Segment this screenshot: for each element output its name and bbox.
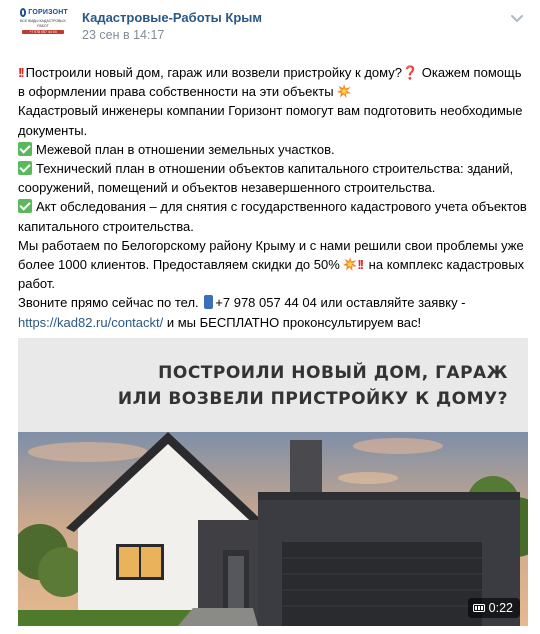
text-line-1: !! Построили новый дом, гараж или возвели… xyxy=(18,65,522,100)
video-title-banner: ПОСТРОИЛИ НОВЫЙ ДОМ, ГАРАЖ ИЛИ ВОЗВЕЛИ П… xyxy=(18,338,528,432)
logo-subtitle: ВСЕ ВИДЫ КАДАСТРОВЫХ РАБОТ xyxy=(20,19,66,28)
logo: ГОРИЗОНТ xyxy=(18,6,68,17)
post-text: !! Построили новый дом, гараж или возвели… xyxy=(18,63,528,332)
text-line-5: Акт обследования – для снятия с государс… xyxy=(18,199,527,234)
wall-post: ГОРИЗОНТ ВСЕ ВИДЫ КАДАСТРОВЫХ РАБОТ +7 9… xyxy=(0,0,540,634)
question-icon: ❓ xyxy=(401,65,419,80)
video-duration-badge: 0:22 xyxy=(467,598,520,618)
logo-mark-icon xyxy=(20,8,27,17)
logo-text: ГОРИЗОНТ xyxy=(28,9,68,16)
collision-icon xyxy=(343,257,358,272)
video-duration: 0:22 xyxy=(488,601,513,615)
text-line-7: Звоните прямо сейчас по тел. +7 978 057 … xyxy=(18,295,466,311)
video-icon xyxy=(472,604,485,612)
text-line-4: Технический план в отношении объектов ка… xyxy=(18,161,514,196)
double-exclamation-icon: !! xyxy=(18,65,25,80)
text-line-6: Мы работаем по Белогорскому району Крыму… xyxy=(18,237,525,292)
author-name[interactable]: Кадастровые-Работы Крым xyxy=(82,10,262,25)
logo-phone: +7 978 057 44 04 xyxy=(22,30,64,34)
post-date[interactable]: 23 сен в 14:17 xyxy=(82,28,164,42)
video-attachment[interactable]: ПОСТРОИЛИ НОВЫЙ ДОМ, ГАРАЖ ИЛИ ВОЗВЕЛИ П… xyxy=(18,338,528,626)
collision-icon xyxy=(337,84,352,99)
house-photo xyxy=(18,432,528,626)
avatar[interactable]: ГОРИЗОНТ ВСЕ ВИДЫ КАДАСТРОВЫХ РАБОТ +7 9… xyxy=(18,6,68,50)
check-mark-icon xyxy=(18,141,32,156)
check-mark-icon xyxy=(18,199,32,214)
check-mark-icon xyxy=(18,161,32,176)
chevron-down-icon[interactable] xyxy=(509,10,525,26)
phone-icon xyxy=(204,295,214,310)
text-line-2: Кадастровый инженеры компании Горизонт п… xyxy=(18,103,523,138)
video-title: ПОСТРОИЛИ НОВЫЙ ДОМ, ГАРАЖ ИЛИ ВОЗВЕЛИ П… xyxy=(117,363,508,409)
text-line-8: https://kad82.ru/contackt/ и мы БЕСПЛАТН… xyxy=(18,314,422,330)
double-exclamation-icon: !! xyxy=(357,257,364,273)
text-line-3: Межевой план в отношении земельных участ… xyxy=(18,140,528,159)
contact-link[interactable]: https://kad82.ru/contackt/ xyxy=(18,315,163,330)
